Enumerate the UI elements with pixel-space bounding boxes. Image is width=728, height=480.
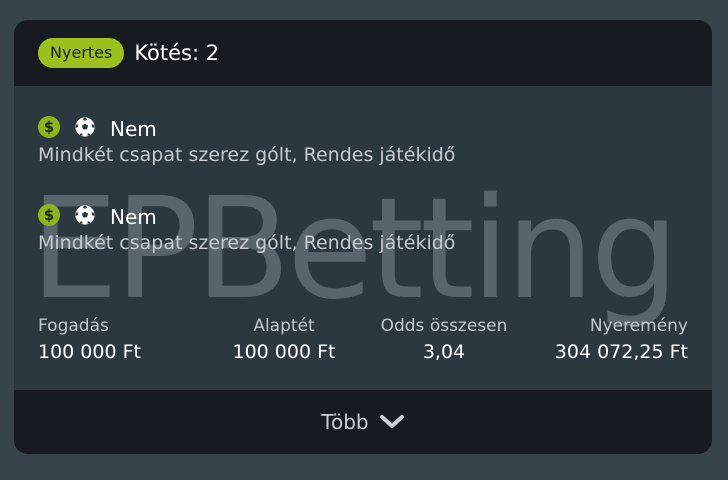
stat-stake: Fogadás 100 000 Ft [38,316,141,363]
stat-winnings-label: Nyeremény [589,316,688,336]
stat-total-odds: Odds összesen 3,04 [364,316,524,363]
soccer-ball-icon [75,117,95,137]
selection-name: Nem [110,205,157,229]
chevron-down-icon [379,415,404,428]
status-badge: Nyertes [38,38,125,68]
bet-card-body: EPBetting $ Nem Mindkét csapat szerez gó… [14,86,712,390]
selection-name: Nem [110,117,157,141]
bet-card: Nyertes Kötés: 2 EPBetting $ Nem Mindkét… [14,20,712,454]
selection-market: Mindkét csapat szerez gólt, Rendes játék… [38,232,456,254]
stat-base-stake-value: 100 000 Ft [232,341,336,363]
selection-item: $ Nem Mindkét csapat szerez gólt, Rendes… [38,114,678,166]
stat-stake-label: Fogadás [38,316,109,336]
selection-market: Mindkét csapat szerez gólt, Rendes játék… [38,144,456,166]
stat-winnings-value: 304 072,25 Ft [554,341,688,363]
dollar-icon: $ [38,116,60,138]
selection-item: $ Nem Mindkét csapat szerez gólt, Rendes… [38,202,678,254]
bet-card-footer: Több [14,390,712,454]
stat-winnings: Nyeremény 304 072,25 Ft [555,316,688,363]
stat-base-stake: Alaptét 100 000 Ft [224,316,344,363]
stat-base-stake-label: Alaptét [253,316,315,336]
more-label: Több [321,410,369,434]
bet-stats: Fogadás 100 000 Ft Alaptét 100 000 Ft Od… [14,316,712,376]
stat-stake-value: 100 000 Ft [38,341,141,363]
stat-total-odds-label: Odds összesen [380,316,508,336]
dollar-icon: $ [38,204,60,226]
more-button[interactable]: Több [321,410,404,434]
bet-title: Kötés: 2 [134,41,220,65]
bet-card-header: Nyertes Kötés: 2 [14,20,712,86]
stat-total-odds-value: 3,04 [422,341,466,363]
soccer-ball-icon [75,205,95,225]
